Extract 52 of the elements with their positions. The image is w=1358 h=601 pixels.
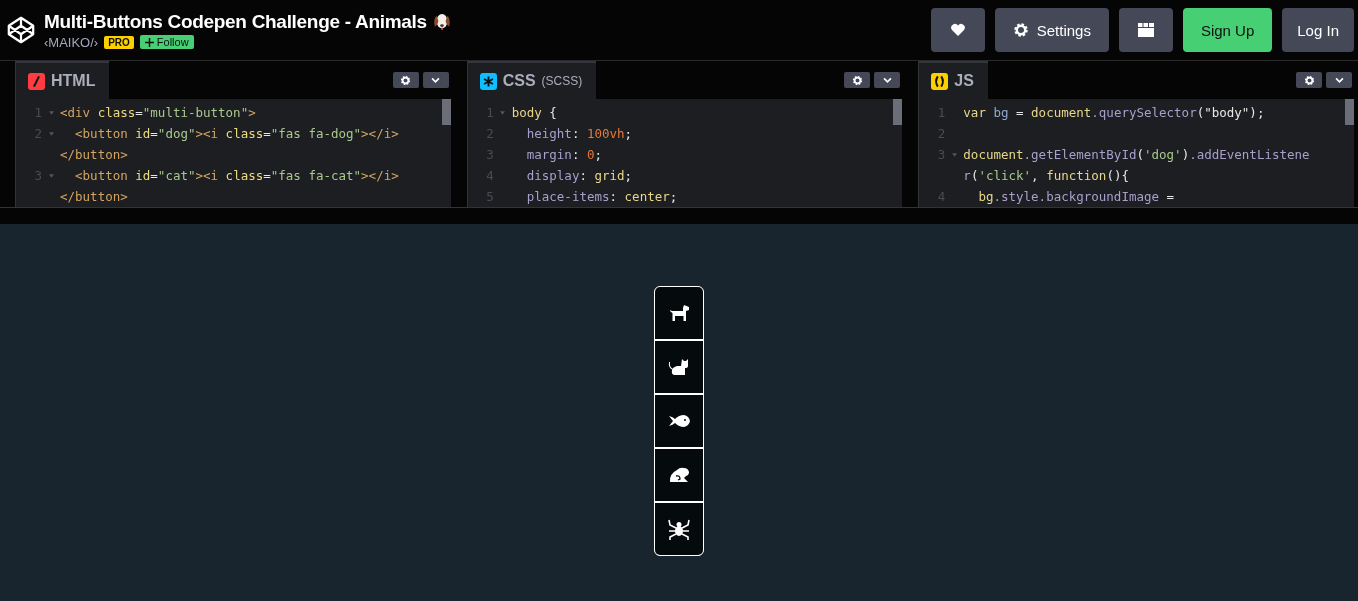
- cat-button[interactable]: [655, 340, 703, 393]
- language-icon: [479, 72, 497, 90]
- settings-button[interactable]: Settings: [994, 8, 1109, 52]
- author-link[interactable]: ‹MAIKO/›: [44, 34, 99, 50]
- code-line: r('click', function(){: [963, 168, 1129, 183]
- dog-button[interactable]: [655, 286, 703, 339]
- heart-icon: [949, 22, 966, 38]
- code-line: </button>: [60, 147, 128, 162]
- code-line: document.getElementById('dog').addEventListene: [963, 147, 1310, 162]
- dog-face-icon: [432, 11, 451, 32]
- spider-button[interactable]: [655, 502, 703, 555]
- code-line: margin: 0;: [525, 147, 602, 162]
- follow-button[interactable]: Follow: [139, 35, 194, 49]
- editor-settings-button[interactable]: [1296, 72, 1322, 88]
- scrollbar-thumb[interactable]: [441, 99, 451, 125]
- layout-icon: [1137, 22, 1154, 38]
- scrollbar-thumb[interactable]: [893, 99, 903, 125]
- language-icon: [28, 72, 45, 90]
- editor-collapse-button[interactable]: [874, 72, 901, 88]
- code-line: display: grid;: [525, 168, 633, 183]
- code-line: <div class="multi-button">: [60, 105, 256, 120]
- code-line: body {: [511, 105, 557, 120]
- frog-button[interactable]: [655, 448, 703, 501]
- editor-settings-button[interactable]: [392, 72, 419, 88]
- code-line: place-items: center;: [525, 189, 678, 204]
- settings-icon: [1012, 22, 1029, 38]
- code-line: </button>: [60, 189, 128, 204]
- layout-button[interactable]: [1118, 8, 1173, 52]
- editor-tab[interactable]: CSS (SCSS): [467, 61, 597, 99]
- logo-icon[interactable]: [6, 15, 36, 45]
- heart-button[interactable]: [930, 8, 985, 52]
- editor-collapse-button[interactable]: [1326, 72, 1352, 88]
- editor-tab[interactable]: JS: [919, 61, 988, 99]
- code-line: <button id="cat"><i class="fas fa-cat"></i>: [74, 168, 399, 183]
- editor-settings-button[interactable]: [844, 72, 871, 88]
- sign-up-button[interactable]: Sign Up: [1182, 8, 1273, 52]
- settings-icon: [1303, 74, 1315, 86]
- pen-title: Multi-Buttons Codepen Challenge - Animals: [44, 10, 427, 33]
- settings-icon: [851, 74, 863, 86]
- code-line: <button id="dog"><i class="fas fa-dog"></i>: [74, 126, 399, 141]
- code-line: bg.style.backgroundImage =: [977, 189, 1175, 204]
- editor-tab[interactable]: HTML: [16, 61, 110, 99]
- language-icon: [931, 72, 949, 90]
- log-in-button[interactable]: Log In: [1282, 8, 1354, 52]
- code-line: var bg = document.querySelector("body");: [963, 105, 1265, 120]
- scrollbar-thumb[interactable]: [1345, 99, 1354, 125]
- editor-collapse-button[interactable]: [422, 72, 449, 88]
- settings-icon: [400, 74, 412, 86]
- fish-button[interactable]: [655, 394, 703, 447]
- plus-icon: [144, 37, 154, 47]
- code-line: height: 100vh;: [525, 126, 633, 141]
- pro-badge: PRO: [104, 35, 134, 49]
